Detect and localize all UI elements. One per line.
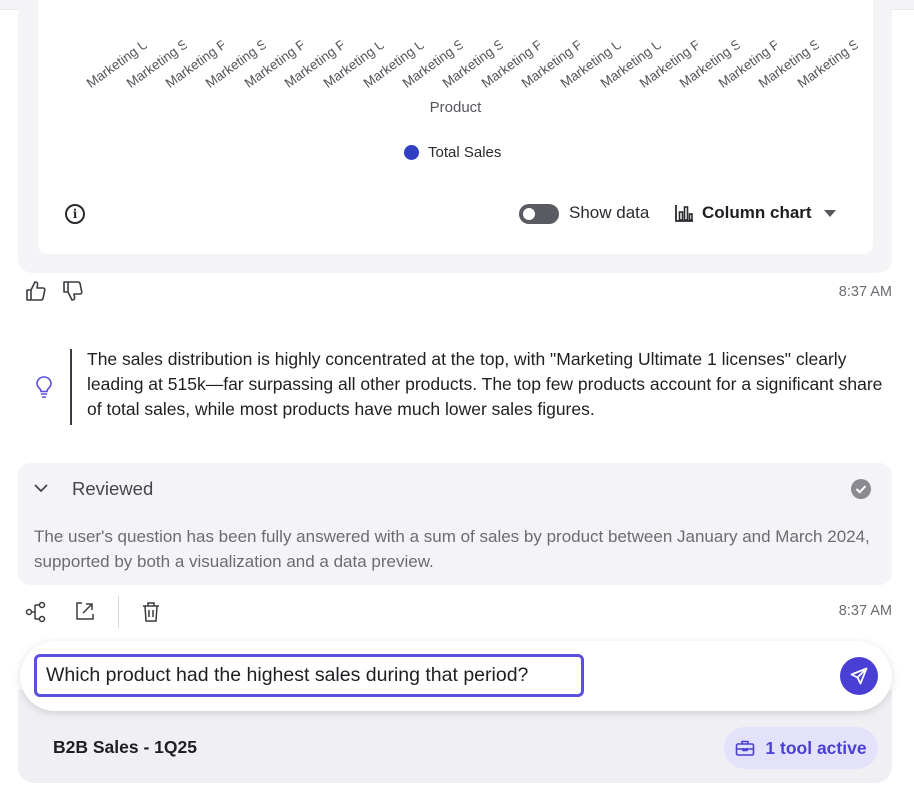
chart-type-label: Column chart (702, 203, 812, 222)
insight-divider (70, 349, 72, 425)
chart-card: Marketing Ultimate 1Marketing StandardMa… (18, 0, 892, 273)
chart-panel: Marketing Ultimate 1Marketing StandardMa… (38, 0, 873, 254)
workflow-icon[interactable] (25, 601, 47, 623)
check-circle-icon (851, 479, 871, 499)
message-actions: 8:37 AM (0, 596, 914, 628)
thumbs-down-icon[interactable] (62, 280, 84, 302)
chevron-down-icon[interactable] (34, 483, 48, 493)
action-divider (118, 596, 119, 628)
trash-icon[interactable] (141, 601, 161, 623)
thumbs-up-icon[interactable] (25, 280, 47, 302)
dataset-label: B2B Sales - 1Q25 (53, 737, 197, 757)
share-link-icon[interactable] (74, 600, 96, 622)
bar-chart-icon (675, 205, 693, 222)
tools-active-label: 1 tool active (765, 737, 867, 758)
send-icon (850, 667, 868, 685)
reviewed-panel: Reviewed The user's question has been fu… (18, 463, 892, 585)
show-data-label: Show data (569, 203, 650, 222)
x-axis-label: Product (429, 99, 482, 116)
chart-type-dropdown[interactable]: Column chart (674, 203, 836, 223)
lightbulb-icon (36, 376, 52, 398)
message-input[interactable] (34, 654, 584, 697)
reviewed-title[interactable]: Reviewed (72, 478, 153, 500)
tools-active-button[interactable]: 1 tool active (724, 727, 878, 769)
legend-label: Total Sales (428, 144, 502, 161)
send-button[interactable] (840, 657, 878, 695)
composer (20, 641, 892, 711)
message-timestamp: 8:37 AM (838, 603, 892, 619)
message-timestamp: 8:37 AM (838, 284, 892, 300)
chart-legend[interactable]: Total Sales (404, 144, 501, 161)
reviewed-text: The user's question has been fully answe… (34, 527, 870, 571)
insight-text: The sales distribution is highly concent… (87, 349, 883, 419)
chevron-down-icon (823, 209, 836, 217)
show-data-toggle[interactable] (519, 204, 559, 224)
legend-swatch (404, 145, 419, 160)
toolbox-icon (736, 740, 755, 756)
info-icon[interactable]: i (65, 204, 85, 224)
